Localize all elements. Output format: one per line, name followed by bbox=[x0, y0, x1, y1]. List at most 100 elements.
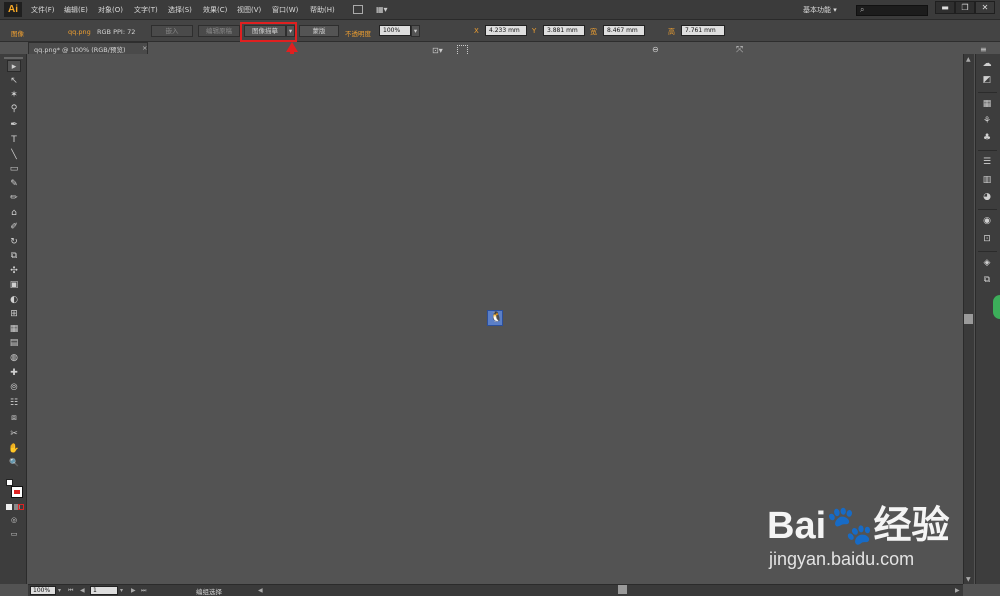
artboard-number-field[interactable]: 1 bbox=[90, 586, 118, 595]
close-tab-icon[interactable]: × bbox=[142, 44, 147, 52]
color-info: RGB PPI: 72 bbox=[97, 28, 136, 36]
height-input[interactable]: 7.761 mm bbox=[681, 25, 725, 36]
minimize-button[interactable]: ▬ bbox=[935, 1, 955, 14]
perspective-grid-tool-icon[interactable]: ⊞ bbox=[7, 308, 21, 320]
default-colors-icon[interactable] bbox=[6, 479, 13, 486]
opacity-input[interactable]: 100% bbox=[379, 25, 411, 36]
menu-object[interactable]: 对象(O) bbox=[98, 5, 123, 15]
eyedropper-tool-icon[interactable]: ◍ bbox=[7, 352, 21, 364]
graphic-styles-icon[interactable]: ⊡ bbox=[980, 233, 994, 245]
next-artboard-icon[interactable]: ▶ bbox=[131, 587, 136, 594]
eraser-tool-icon[interactable]: ✐ bbox=[7, 221, 21, 233]
horizontal-scrollbar[interactable] bbox=[28, 584, 963, 596]
menu-help[interactable]: 帮助(H) bbox=[310, 5, 335, 15]
warp-tool-icon[interactable]: ✣ bbox=[7, 265, 21, 277]
stroke-swatch[interactable] bbox=[14, 490, 20, 494]
rotate-tool-icon[interactable]: ↻ bbox=[7, 236, 21, 248]
rectangle-tool-icon[interactable]: ▭ bbox=[7, 163, 21, 175]
linked-file-name[interactable]: qq.png bbox=[68, 28, 91, 36]
color-guide-icon[interactable]: ◩ bbox=[980, 74, 994, 86]
floating-assistant-icon[interactable] bbox=[993, 295, 1000, 319]
column-graph-tool-icon[interactable]: ☷ bbox=[7, 397, 21, 409]
menu-file[interactable]: 文件(F) bbox=[31, 5, 55, 15]
previous-artboard-icon[interactable]: ◀ bbox=[80, 587, 85, 594]
magic-wand-tool-icon[interactable]: ✶ bbox=[7, 89, 21, 101]
height-label[interactable]: 高 bbox=[668, 27, 675, 37]
layers-panel-icon[interactable]: ◈ bbox=[980, 257, 994, 269]
selection-tool-icon[interactable]: ▸ bbox=[7, 60, 21, 72]
transparency-panel-icon[interactable]: ◕ bbox=[980, 191, 994, 203]
search-input[interactable]: ⌕ bbox=[856, 5, 928, 16]
artboard-dropdown-icon[interactable]: ▾ bbox=[120, 587, 123, 594]
none-mode-icon[interactable] bbox=[18, 504, 24, 510]
maximize-button[interactable]: ❐ bbox=[955, 1, 975, 14]
stroke-panel-icon[interactable]: ☰ bbox=[980, 156, 994, 168]
document-tab[interactable]: qq.png* @ 100% (RGB/预览) × bbox=[28, 42, 148, 54]
menu-type[interactable]: 文字(T) bbox=[134, 5, 158, 15]
screen-mode-icon[interactable]: ▭ bbox=[7, 528, 21, 540]
paintbrush-tool-icon[interactable]: ✎ bbox=[7, 178, 21, 190]
embed-button[interactable]: 嵌入 bbox=[151, 25, 193, 37]
x-label[interactable]: X bbox=[474, 27, 479, 35]
workspace-switcher[interactable]: 基本功能 ▾ bbox=[803, 5, 837, 15]
mask-button[interactable]: 蒙版 bbox=[299, 25, 339, 37]
slice-tool-icon[interactable]: ✂ bbox=[7, 428, 21, 440]
color-mode-icon[interactable] bbox=[6, 504, 12, 510]
free-transform-tool-icon[interactable]: ▣ bbox=[7, 279, 21, 291]
gradient-tool-icon[interactable]: ▤ bbox=[7, 337, 21, 349]
arrange-documents-icon[interactable]: ▦▾ bbox=[376, 5, 390, 14]
menu-select[interactable]: 选择(S) bbox=[168, 5, 192, 15]
symbols-icon[interactable]: ♣ bbox=[980, 132, 994, 144]
scroll-right-icon[interactable]: ▶ bbox=[955, 587, 960, 594]
panel-menu-icon[interactable]: ≡ bbox=[980, 45, 987, 54]
constrain-proportions-icon[interactable]: ⊖ bbox=[652, 45, 659, 54]
pencil-tool-icon[interactable]: ✏ bbox=[7, 192, 21, 204]
x-position-input[interactable]: 4.233 mm bbox=[485, 25, 527, 36]
zoom-dropdown-icon[interactable]: ▾ bbox=[58, 587, 61, 594]
blob-brush-tool-icon[interactable]: ⌂ bbox=[7, 207, 21, 219]
artboards-panel-icon[interactable]: ⧉ bbox=[980, 274, 994, 286]
width-label[interactable]: 宽 bbox=[590, 27, 597, 37]
scroll-up-icon[interactable]: ▲ bbox=[966, 56, 971, 63]
width-input[interactable]: 8.467 mm bbox=[603, 25, 645, 36]
mesh-tool-icon[interactable]: ▦ bbox=[7, 323, 21, 335]
menu-effect[interactable]: 效果(C) bbox=[203, 5, 227, 15]
first-artboard-icon[interactable]: ⏮ bbox=[68, 587, 73, 595]
y-label[interactable]: Y bbox=[532, 27, 536, 35]
lasso-tool-icon[interactable]: ⚲ bbox=[7, 103, 21, 115]
zoom-level-field[interactable]: 100% bbox=[30, 586, 56, 595]
hand-tool-icon[interactable]: ✋ bbox=[7, 443, 21, 455]
appearance-panel-icon[interactable]: ◉ bbox=[980, 215, 994, 227]
type-tool-icon[interactable]: T bbox=[7, 134, 21, 146]
last-artboard-icon[interactable]: ⏭ bbox=[141, 587, 146, 595]
brushes-icon[interactable]: ⚘ bbox=[980, 115, 994, 127]
horizontal-scroll-thumb[interactable] bbox=[618, 585, 627, 594]
toolbar-grip[interactable] bbox=[4, 57, 23, 59]
swatches-icon[interactable]: ▦ bbox=[980, 98, 994, 110]
edit-original-button[interactable]: 编辑原稿 bbox=[198, 25, 240, 37]
watermark-url: jingyan.baidu.com bbox=[769, 549, 915, 569]
pen-tool-icon[interactable]: ✒ bbox=[7, 119, 21, 131]
menu-window[interactable]: 窗口(W) bbox=[272, 5, 298, 15]
line-tool-icon[interactable]: ╲ bbox=[7, 149, 21, 161]
shape-builder-tool-icon[interactable]: ◐ bbox=[7, 294, 21, 306]
blend-tool-icon[interactable]: ✚ bbox=[7, 367, 21, 379]
symbol-sprayer-tool-icon[interactable]: ⦾ bbox=[7, 382, 21, 394]
opacity-dropdown[interactable]: ▾ bbox=[411, 25, 420, 37]
bridge-icon[interactable] bbox=[353, 5, 363, 14]
drawing-mode-icon[interactable]: ◎ bbox=[7, 514, 21, 526]
opacity-label[interactable]: 不透明度 bbox=[345, 28, 371, 38]
vertical-scroll-thumb[interactable] bbox=[964, 314, 973, 324]
menu-edit[interactable]: 编辑(E) bbox=[64, 5, 88, 15]
close-button[interactable]: ✕ bbox=[975, 1, 995, 14]
menu-view[interactable]: 视图(V) bbox=[237, 5, 261, 15]
direct-selection-tool-icon[interactable]: ↖ bbox=[7, 75, 21, 87]
placed-qq-image[interactable]: 🐧 bbox=[487, 310, 503, 326]
scale-tool-icon[interactable]: ⧉ bbox=[7, 250, 21, 262]
cc-libraries-icon[interactable]: ☁ bbox=[980, 58, 994, 70]
scroll-left-icon[interactable]: ◀ bbox=[258, 587, 263, 594]
y-position-input[interactable]: 3.881 mm bbox=[543, 25, 585, 36]
gradient-panel-icon[interactable]: ▥ bbox=[980, 174, 994, 186]
artboard-tool-icon[interactable]: ⧈ bbox=[7, 412, 21, 424]
zoom-tool-icon[interactable]: 🔍 bbox=[7, 457, 21, 469]
